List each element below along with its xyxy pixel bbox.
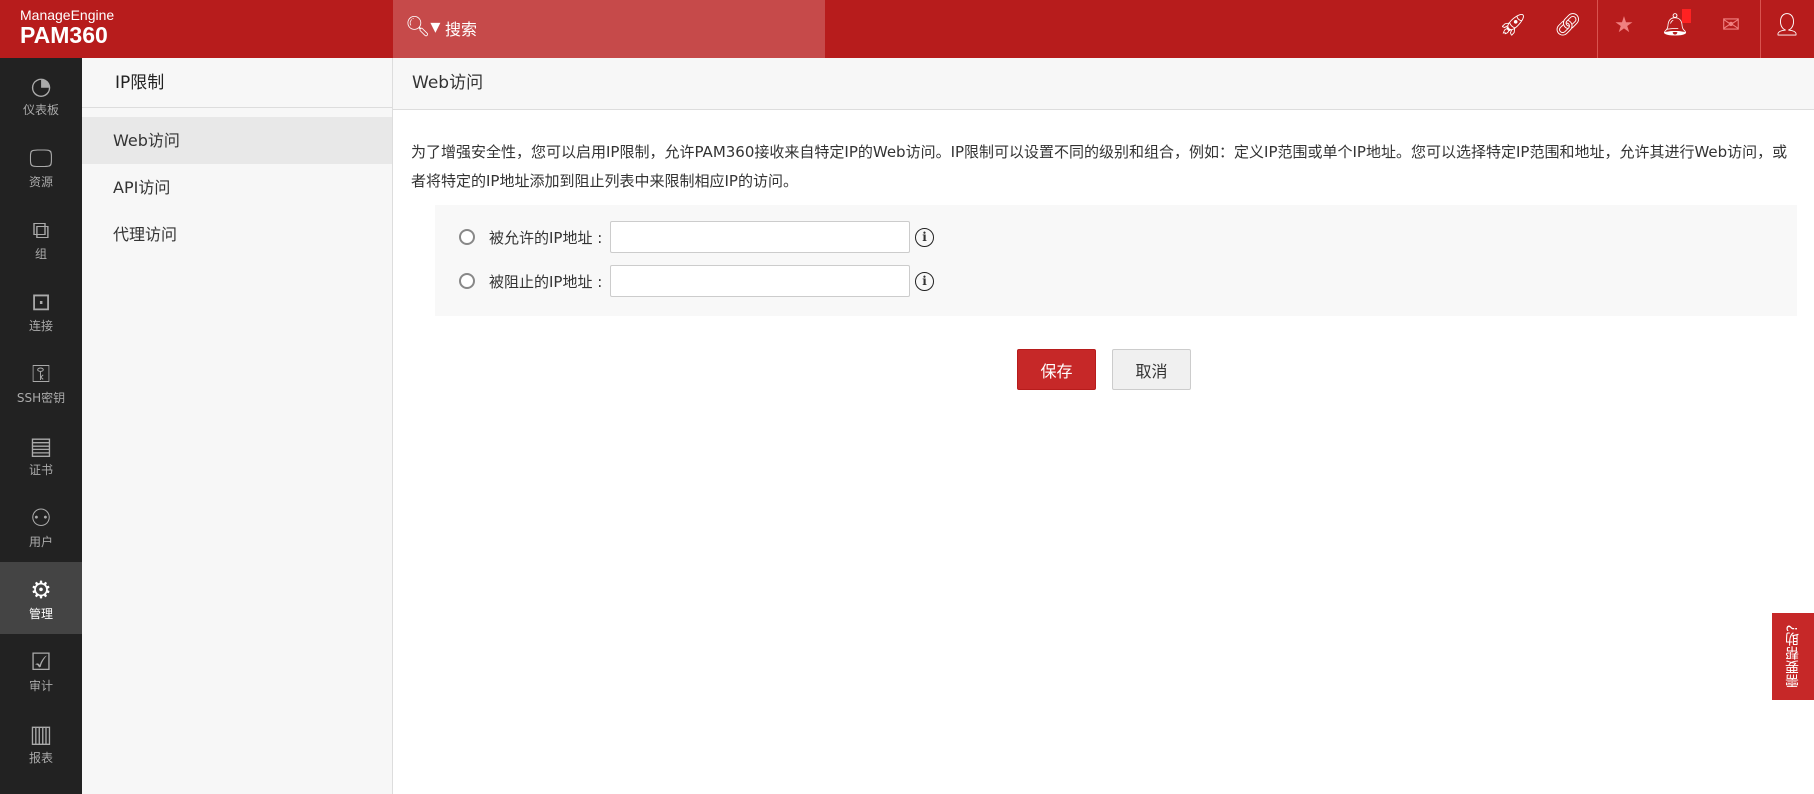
subnav-title: IP限制 <box>82 58 392 108</box>
page-title: Web访问 <box>393 58 1814 110</box>
allowed-ip-label: 被允许的IP地址 : <box>489 228 603 247</box>
sidebar-item-label: 用户 <box>28 534 53 549</box>
subnav-item-web-access[interactable]: Web访问 <box>82 117 392 164</box>
sidebar-item-monitor[interactable]: 🖵 资源 <box>0 130 82 202</box>
save-button[interactable]: 保存 <box>1017 349 1096 390</box>
monitor-icon: 🖵 <box>29 143 53 172</box>
dashboard-icon: ◔ <box>30 71 52 100</box>
top-header: ManageEngine PAM360 🔍︎▾ 🚀︎ 🔗︎ ★ 🔔︎ ✉ 👤︎ <box>0 0 1814 58</box>
subnav-panel: IP限制 Web访问 API访问 代理访问 <box>82 58 393 794</box>
description: 为了增强安全性，您可以启用IP限制，允许PAM360接收来自特定IP的Web访问… <box>411 143 1788 190</box>
rocket-icon[interactable]: 🚀︎ <box>1498 13 1528 38</box>
search-input[interactable] <box>445 14 805 44</box>
mail-icon[interactable]: ✉ <box>1716 13 1746 38</box>
notification-badge <box>1682 9 1691 23</box>
divider <box>1597 0 1598 58</box>
sidebar-item-label: 审计 <box>28 678 53 693</box>
sidebar-item-user[interactable]: ⚇ 用户 <box>0 490 82 562</box>
sidebar-item-label: 组 <box>34 246 47 261</box>
product-name[interactable]: PAM360 <box>20 22 108 49</box>
sidebar: ◔ 仪表板 🖵 资源 ⧉ 组 ⊡ 连接 ⚿ SSH密钥 ▤ 证书 ⚇ 用户 ⚙ 管理 ☑ 审计 ▥ 报表 <box>0 58 82 794</box>
ssh-key-icon: ⚿ <box>31 359 51 388</box>
search-icon[interactable]: 🔍︎▾ <box>405 14 440 38</box>
user-menu-icon[interactable]: 👤︎ <box>1772 13 1802 38</box>
help-tab[interactable]: 需要帮助? <box>1772 613 1814 700</box>
certificate-icon: ▤ <box>29 431 53 460</box>
brand-logo: ManageEngine <box>20 7 115 23</box>
sidebar-item-label: 报表 <box>28 750 53 765</box>
sidebar-item-connection[interactable]: ⊡ 连接 <box>0 274 82 346</box>
sidebar-item-label: 管理 <box>28 606 53 621</box>
ip-form: 被允许的IP地址 : i 被阻止的IP地址 : i <box>435 205 1797 316</box>
sidebar-item-group[interactable]: ⧉ 组 <box>0 202 82 274</box>
clipboard-icon: ☑ <box>30 647 52 676</box>
info-icon[interactable]: i <box>915 271 934 291</box>
subnav-item-proxy-access[interactable]: 代理访问 <box>82 211 392 258</box>
bar-chart-icon: ▥ <box>29 719 53 748</box>
user-star-icon[interactable]: ★ <box>1609 13 1639 38</box>
sidebar-item-clipboard[interactable]: ☑ 审计 <box>0 634 82 706</box>
allowed-ip-radio[interactable] <box>459 229 475 245</box>
sidebar-item-gear[interactable]: ⚙ 管理 <box>0 562 82 634</box>
blocked-ip-label: 被阻止的IP地址 : <box>489 272 603 291</box>
sidebar-item-label: SSH密钥 <box>16 390 66 405</box>
allowed-ip-input[interactable] <box>610 221 910 253</box>
sidebar-item-dashboard[interactable]: ◔ 仪表板 <box>0 58 82 130</box>
cancel-button[interactable]: 取消 <box>1112 349 1191 390</box>
blocked-ip-radio[interactable] <box>459 273 475 289</box>
sidebar-item-bar-chart[interactable]: ▥ 报表 <box>0 706 82 778</box>
search-bar: 🔍︎▾ <box>393 0 825 58</box>
user-icon: ⚇ <box>30 503 52 532</box>
subnav-item-api-access[interactable]: API访问 <box>82 164 392 211</box>
link-icon[interactable]: 🔗︎ <box>1553 13 1583 38</box>
group-icon: ⧉ <box>32 215 50 244</box>
connection-icon: ⊡ <box>30 287 52 316</box>
divider <box>1760 0 1761 58</box>
sidebar-item-label: 仪表板 <box>22 102 59 117</box>
gear-icon: ⚙ <box>30 575 52 604</box>
sidebar-item-label: 连接 <box>28 318 53 333</box>
blocked-ip-input[interactable] <box>610 265 910 297</box>
sidebar-item-ssh-key[interactable]: ⚿ SSH密钥 <box>0 346 82 418</box>
info-icon[interactable]: i <box>915 227 934 247</box>
sidebar-item-certificate[interactable]: ▤ 证书 <box>0 418 82 490</box>
sidebar-item-label: 资源 <box>28 174 53 189</box>
sidebar-item-label: 证书 <box>28 462 53 477</box>
